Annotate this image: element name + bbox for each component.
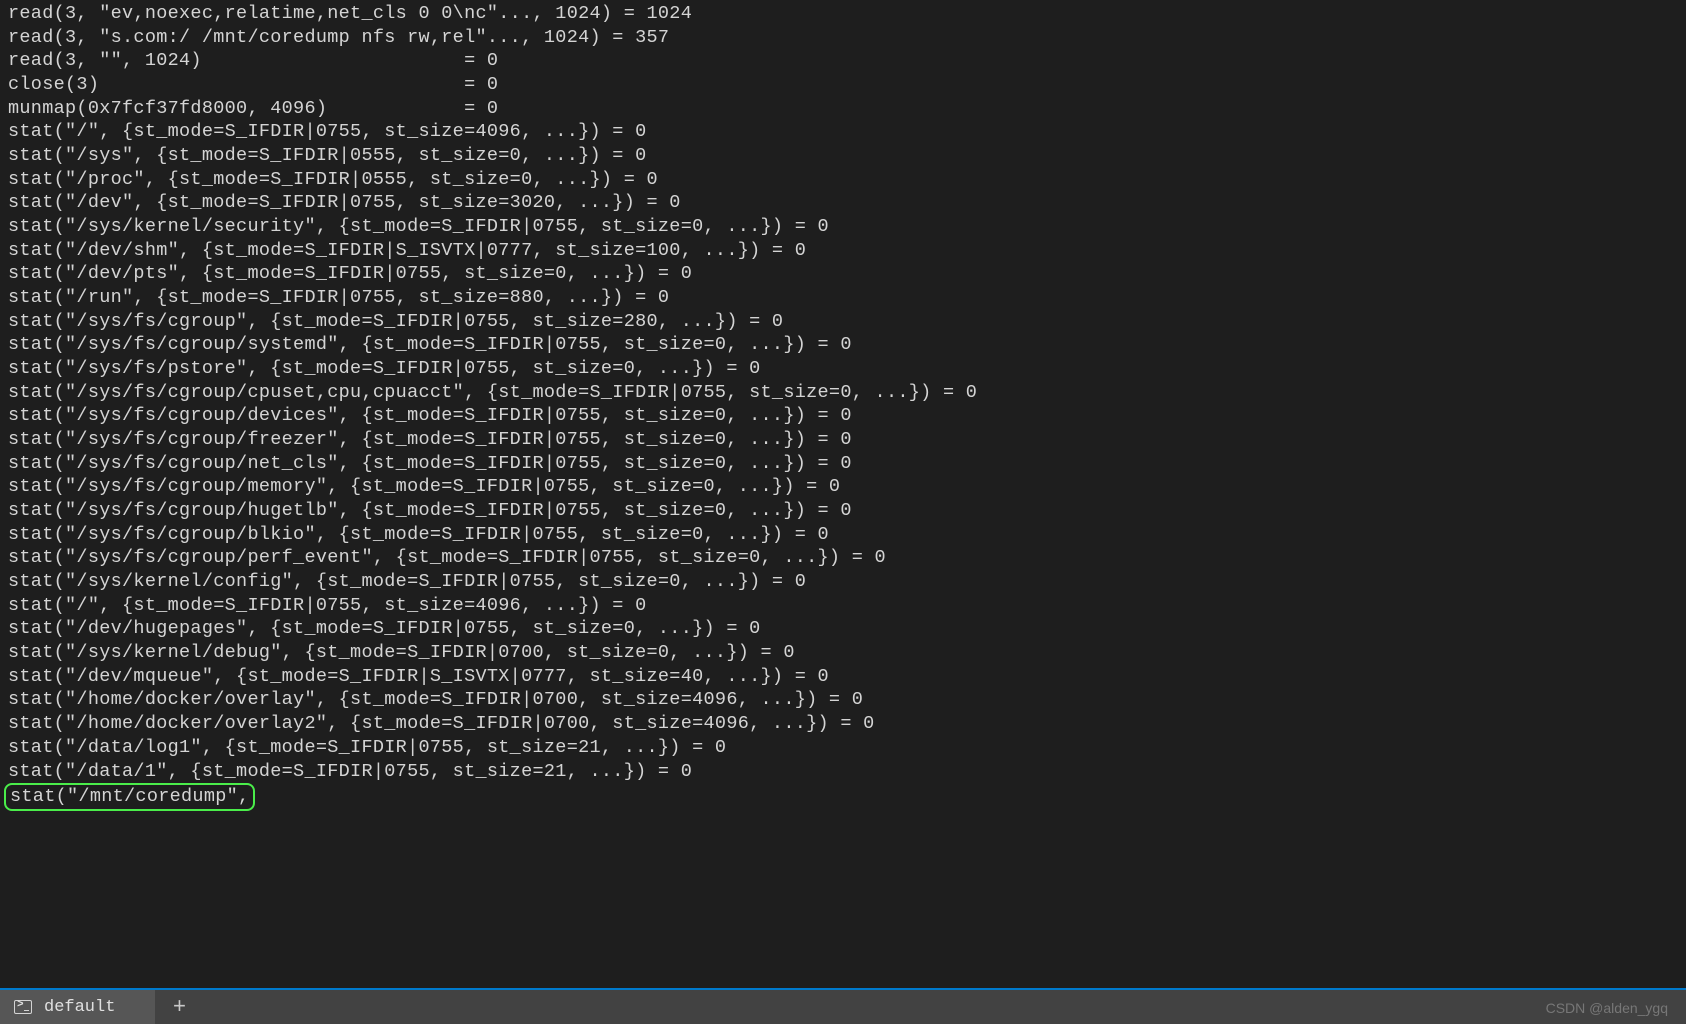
terminal-line: stat("/dev/mqueue", {st_mode=S_IFDIR|S_I… — [8, 665, 1678, 689]
terminal-line: stat("/sys/fs/cgroup", {st_mode=S_IFDIR|… — [8, 310, 1678, 334]
terminal-line: stat("/sys/fs/cgroup/cpuset,cpu,cpuacct"… — [8, 381, 1678, 405]
terminal-line: stat("/sys", {st_mode=S_IFDIR|0555, st_s… — [8, 144, 1678, 168]
terminal-line: stat("/sys/kernel/security", {st_mode=S_… — [8, 215, 1678, 239]
terminal-line: stat("/sys/fs/cgroup/systemd", {st_mode=… — [8, 333, 1678, 357]
terminal-line: munmap(0x7fcf37fd8000, 4096) = 0 — [8, 97, 1678, 121]
terminal-line: stat("/data/log1", {st_mode=S_IFDIR|0755… — [8, 736, 1678, 760]
terminal-line: stat("/dev/hugepages", {st_mode=S_IFDIR|… — [8, 617, 1678, 641]
tab-default[interactable]: default — [0, 990, 155, 1024]
watermark: CSDN @alden_ygq — [1546, 1000, 1668, 1016]
terminal-line-highlighted: stat("/mnt/coredump", — [8, 783, 1678, 811]
terminal-line: stat("/sys/kernel/config", {st_mode=S_IF… — [8, 570, 1678, 594]
tab-label: default — [44, 998, 115, 1017]
terminal-output[interactable]: read(3, "ev,noexec,relatime,net_cls 0 0\… — [0, 0, 1686, 988]
terminal-line: read(3, "ev,noexec,relatime,net_cls 0 0\… — [8, 2, 1678, 26]
terminal-line: stat("/sys/fs/cgroup/perf_event", {st_mo… — [8, 546, 1678, 570]
terminal-line: stat("/sys/fs/cgroup/hugetlb", {st_mode=… — [8, 499, 1678, 523]
terminal-line: stat("/sys/fs/cgroup/memory", {st_mode=S… — [8, 475, 1678, 499]
terminal-line: read(3, "s.com:/ /mnt/coredump nfs rw,re… — [8, 26, 1678, 50]
terminal-line: stat("/sys/fs/cgroup/blkio", {st_mode=S_… — [8, 523, 1678, 547]
terminal-line: stat("/home/docker/overlay", {st_mode=S_… — [8, 688, 1678, 712]
terminal-line: stat("/sys/fs/cgroup/devices", {st_mode=… — [8, 404, 1678, 428]
terminal-icon — [14, 1000, 32, 1014]
tab-bar: default + CSDN @alden_ygq — [0, 988, 1686, 1024]
terminal-line: stat("/home/docker/overlay2", {st_mode=S… — [8, 712, 1678, 736]
terminal-line: stat("/proc", {st_mode=S_IFDIR|0555, st_… — [8, 168, 1678, 192]
terminal-line: close(3) = 0 — [8, 73, 1678, 97]
terminal-line: stat("/", {st_mode=S_IFDIR|0755, st_size… — [8, 594, 1678, 618]
terminal-line: stat("/sys/fs/pstore", {st_mode=S_IFDIR|… — [8, 357, 1678, 381]
terminal-line: stat("/run", {st_mode=S_IFDIR|0755, st_s… — [8, 286, 1678, 310]
new-tab-button[interactable]: + — [155, 990, 203, 1024]
terminal-line: stat("/sys/fs/cgroup/freezer", {st_mode=… — [8, 428, 1678, 452]
terminal-line: stat("/", {st_mode=S_IFDIR|0755, st_size… — [8, 120, 1678, 144]
terminal-line: read(3, "", 1024) = 0 — [8, 49, 1678, 73]
terminal-line: stat("/dev/shm", {st_mode=S_IFDIR|S_ISVT… — [8, 239, 1678, 263]
terminal-line: stat("/dev/pts", {st_mode=S_IFDIR|0755, … — [8, 262, 1678, 286]
terminal-line: stat("/sys/fs/cgroup/net_cls", {st_mode=… — [8, 452, 1678, 476]
terminal-line: stat("/data/1", {st_mode=S_IFDIR|0755, s… — [8, 760, 1678, 784]
terminal-line: stat("/sys/kernel/debug", {st_mode=S_IFD… — [8, 641, 1678, 665]
highlight-annotation: stat("/mnt/coredump", — [4, 783, 255, 811]
terminal-line: stat("/dev", {st_mode=S_IFDIR|0755, st_s… — [8, 191, 1678, 215]
